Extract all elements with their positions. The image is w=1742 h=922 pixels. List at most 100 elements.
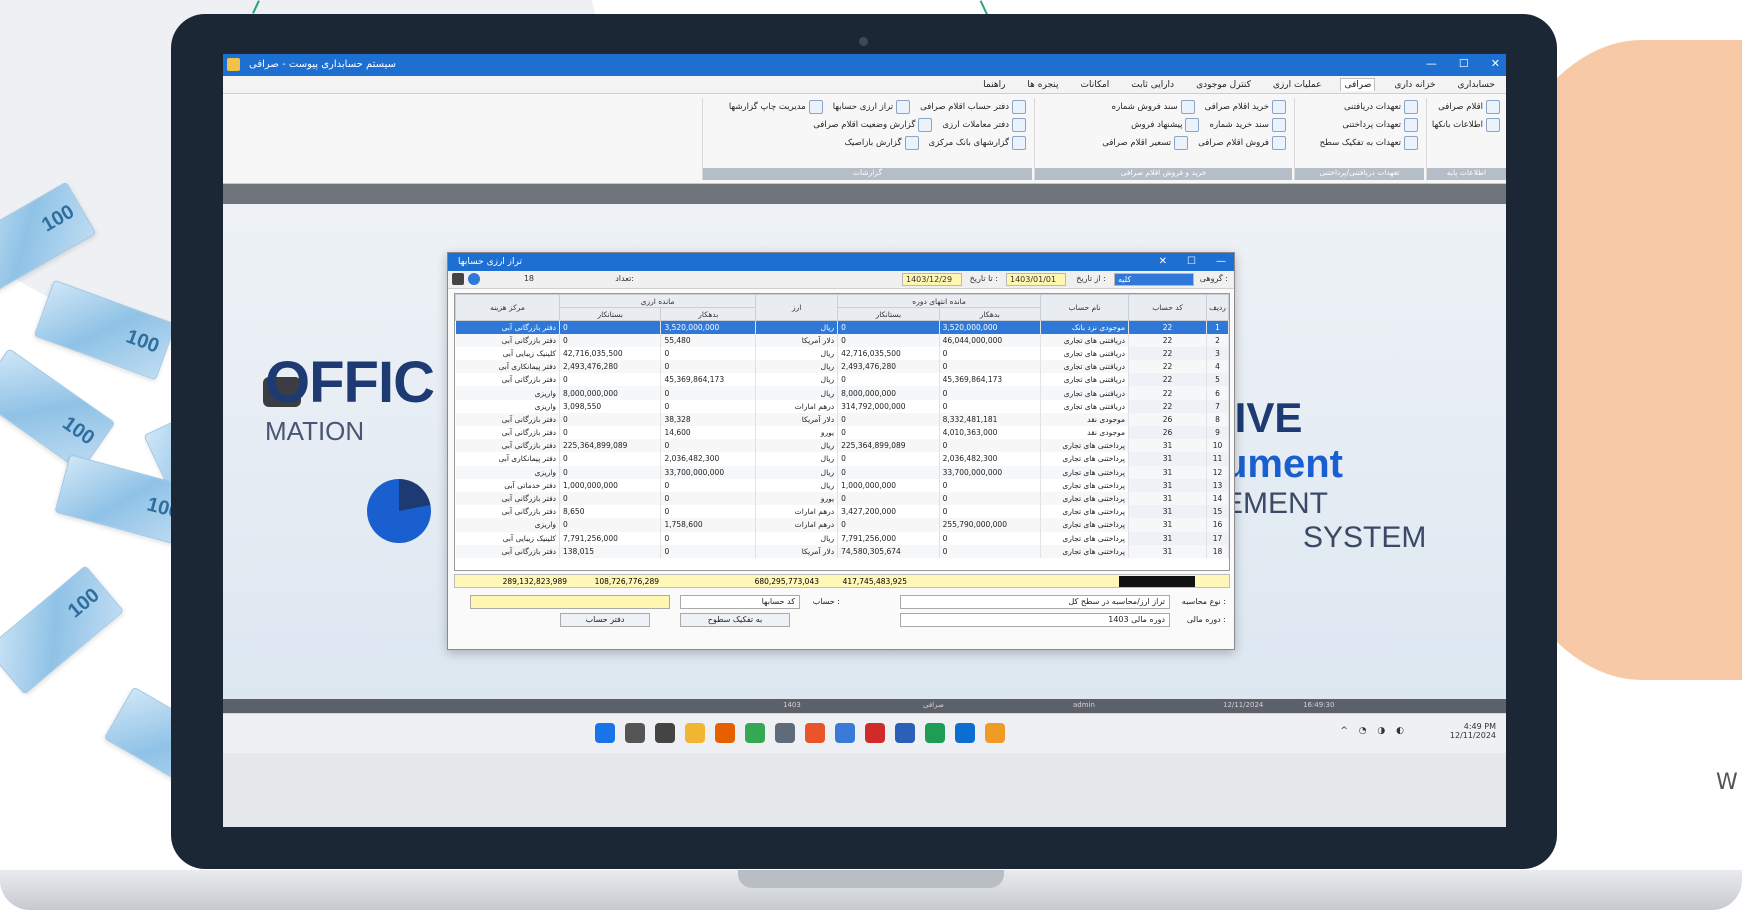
ledger-button[interactable]: دفتر حساب [560, 613, 650, 627]
ribbon-item[interactable]: خرید اقلام صرافی [1205, 100, 1286, 114]
tab-exchange[interactable]: صرافی [1340, 78, 1376, 91]
tab-help[interactable]: راهنما [980, 79, 1008, 91]
logo-left: OFFIC MATION [265, 350, 435, 446]
dialog-maximize-button[interactable]: ☐ [1187, 256, 1196, 267]
table-row[interactable]: 18 31 پرداختنی های تجاری 0 74,580,305,674 دلا… [455, 544, 1229, 558]
group-select[interactable]: کلیه [1114, 273, 1194, 286]
ribbon-item[interactable]: اقلام صرافی [1432, 100, 1500, 114]
tab-accounting[interactable]: حسابداری [1455, 79, 1498, 91]
table-cell: 31 [1128, 531, 1207, 545]
count-label: تعداد: [615, 274, 634, 283]
dialog-close-button[interactable]: ✕ [1159, 256, 1167, 267]
table-row[interactable]: 14 31 پرداختنی های تجاری 0 0 یورو 0 0 دفتر بازرگ… [455, 491, 1229, 506]
table-row[interactable]: 13 31 پرداختنی های تجاری 0 1,000,000,000 ریال… [455, 478, 1229, 492]
file-explorer-icon[interactable] [685, 723, 705, 743]
table-row[interactable]: 6 22 دریافتنی های تجاری 0 8,000,000,000 ریال 0… [455, 386, 1229, 400]
table-row[interactable]: 11 31 پرداختنی های تجاری 2,036,482,300 0 ریال… [455, 452, 1229, 466]
table-row[interactable]: 7 22 دریافتنی های تجاری 0 314,792,000,000 دره… [455, 399, 1229, 413]
app-icon-3[interactable] [835, 723, 855, 743]
ribbon-item[interactable]: اطلاعات بانکها [1432, 118, 1500, 132]
task-view-icon[interactable] [655, 723, 675, 743]
app-icon[interactable] [775, 723, 795, 743]
laptop-notch [738, 870, 1004, 888]
ribbon-item[interactable]: تسعیر اقلام صرافی [1102, 136, 1189, 150]
table-row[interactable]: 10 31 پرداختنی های تجاری 0 225,364,899,089 ری… [455, 439, 1229, 453]
table-cell: 0 [837, 320, 940, 334]
period-select[interactable]: دوره مالی 1403 [900, 613, 1170, 627]
ribbon-item[interactable]: تراز ارزی حسابها [833, 100, 911, 114]
table-cell: دفتر بازرگانی آبی [455, 320, 560, 334]
maximize-button[interactable]: ☐ [1459, 57, 1469, 70]
ribbon-item[interactable]: تعهدات به تفکیک سطح [1301, 136, 1418, 150]
table-row[interactable]: 12 31 پرداختنی های تجاری 33,700,000,000 0 ریا… [455, 465, 1229, 479]
ribbon-item[interactable]: تعهدات دریافتنی [1301, 100, 1418, 114]
table-row[interactable]: 5 22 دریافتنی های تجاری 45,369,864,173 0 ریال… [455, 373, 1229, 387]
chrome-icon[interactable] [745, 723, 765, 743]
tray-clock[interactable]: 4:49 PM 12/11/2024 [1450, 722, 1496, 740]
ribbon-item[interactable]: گزارش وضعیت اقلام صرافی [813, 118, 933, 132]
close-button[interactable]: ✕ [1491, 57, 1500, 70]
app-icon-6[interactable] [985, 723, 1005, 743]
ribbon-item[interactable]: دفتر حساب اقلام صرافی [920, 100, 1026, 114]
table-row[interactable]: 16 31 پرداختنی های تجاری 255,790,000,000 0 در… [455, 518, 1229, 532]
table-cell: 0 [660, 478, 757, 492]
tab-treasury[interactable]: خزانه داری [1391, 79, 1438, 91]
table-row[interactable]: 4 22 دریافتنی های تجاری 0 2,493,476,280 ریال 0… [455, 360, 1229, 374]
start-icon[interactable] [595, 723, 615, 743]
search-icon[interactable] [625, 723, 645, 743]
minimize-button[interactable]: — [1426, 57, 1437, 70]
column-header[interactable]: بدهکار [660, 307, 757, 321]
tab-inventory[interactable]: کنترل موجودی [1193, 79, 1254, 91]
firefox-icon[interactable] [715, 723, 735, 743]
ribbon-item[interactable]: دفتر معاملات ارزی [942, 118, 1026, 132]
table-row[interactable]: 15 31 پرداختنی های تجاری 0 3,427,200,000 درهم… [455, 505, 1229, 519]
column-header[interactable]: بستانکار [837, 307, 940, 321]
report-icon [918, 118, 933, 132]
table-cell: 0 [939, 439, 1042, 453]
account-select[interactable]: کد حسابها [680, 595, 800, 609]
column-header[interactable]: بدهکار [938, 307, 1042, 321]
book-icon [1012, 118, 1026, 132]
balance-table: ردیف کد حساب نام حساب مانده انتهای دوره … [454, 293, 1230, 571]
column-header[interactable]: نام حساب [1040, 294, 1129, 321]
table-row[interactable]: 8 26 موجودی نقد 8,332,481,181 0 دلار آمریکا 38… [455, 412, 1229, 426]
ribbon-group-trade: خرید اقلام صرافی سند فروش شماره سند خرید… [1034, 98, 1292, 180]
app-icon-5[interactable] [925, 723, 945, 743]
dialog-minimize-button[interactable]: — [1216, 256, 1226, 267]
column-header[interactable]: کد حساب [1128, 294, 1207, 321]
ribbon-item[interactable]: تعهدات پرداختنی [1301, 118, 1418, 132]
tab-windows[interactable]: پنجره ها [1024, 79, 1061, 91]
from-date-input[interactable]: 1403/01/01 [1006, 273, 1066, 286]
tab-fixed-assets[interactable]: دارایی ثابت [1128, 79, 1177, 91]
table-row[interactable]: 9 26 موجودی نقد 4,010,363,000 0 یورو 14,600 0 دف… [455, 426, 1229, 440]
table-row[interactable]: 1 22 موجودی نزد بانک 3,520,000,000 0 ریال 3,52… [455, 320, 1229, 334]
print-icon[interactable] [452, 273, 464, 285]
column-header[interactable]: بستانکار [558, 307, 662, 321]
menu-tabs: حسابداری خزانه داری صرافی عملیات ارزی کن… [223, 76, 1506, 94]
column-header[interactable]: ردیف [1206, 294, 1229, 321]
tab-facilities[interactable]: امکانات [1077, 79, 1112, 91]
type-select[interactable]: تراز ارز/محاسبه در سطح کل [900, 595, 1170, 609]
by-level-button[interactable]: به تفکیک سطوح [680, 613, 790, 627]
acrobat-icon[interactable] [865, 723, 885, 743]
app-icon-2[interactable] [805, 723, 825, 743]
chart-icon[interactable] [468, 273, 480, 285]
table-row[interactable]: 17 31 پرداختنی های تجاری 0 7,791,256,000 ریال… [455, 531, 1229, 545]
tab-fx-operations[interactable]: عملیات ارزی [1270, 79, 1325, 91]
to-date-input[interactable]: 1403/12/29 [902, 273, 962, 286]
column-header[interactable]: ارز [755, 294, 839, 321]
ribbon-item[interactable]: مدیریت چاپ گزارشها [729, 100, 823, 114]
ribbon-item[interactable]: پیشنهاد فروش [1131, 118, 1200, 132]
app-icon-4[interactable] [895, 723, 915, 743]
column-header[interactable]: مرکز هزینه [455, 294, 560, 321]
ribbon-item[interactable]: سند فروش شماره [1112, 100, 1195, 114]
tray-icons[interactable]: ^ ◔ ◑ ◐ [1340, 726, 1408, 736]
table-row[interactable]: 2 22 دریافتنی های تجاری 46,044,000,000 0 دلار… [455, 333, 1229, 347]
ribbon-item[interactable]: سند خرید شماره [1209, 118, 1286, 132]
ribbon-item[interactable]: گزارش بازاصیک [844, 136, 919, 150]
ribbon-item[interactable]: فروش اقلام صرافی [1198, 136, 1286, 150]
account-input[interactable] [470, 595, 670, 609]
ribbon-item[interactable]: گزارشهای بانک مرکزی [929, 136, 1026, 150]
table-row[interactable]: 3 22 دریافتنی های تجاری 0 42,716,035,500 ریال… [455, 346, 1229, 361]
outlook-icon[interactable] [955, 723, 975, 743]
